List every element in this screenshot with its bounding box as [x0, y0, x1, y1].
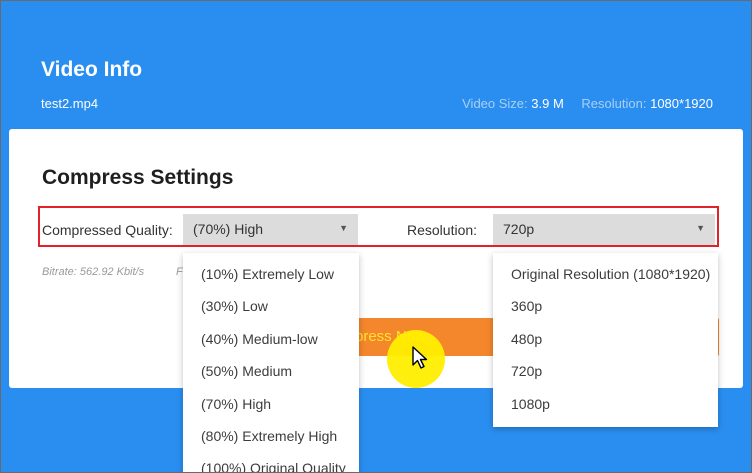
quality-select-value: (70%) High	[193, 221, 264, 237]
video-size-value: 3.9 M	[531, 96, 564, 111]
resolution-select[interactable]: 720p ▼	[493, 214, 715, 245]
quality-option[interactable]: (70%) High	[201, 396, 271, 412]
file-name: test2.mp4	[41, 96, 99, 111]
quality-option[interactable]: (30%) Low	[201, 298, 268, 314]
resolution-option[interactable]: 480p	[511, 331, 542, 347]
video-meta: Video Size: 3.9 M Resolution: 1080*1920	[462, 96, 713, 111]
resolution-dropdown-menu: Original Resolution (1080*1920) 360p 480…	[493, 253, 718, 427]
quality-option[interactable]: (80%) Extremely High	[201, 428, 337, 444]
quality-label: Compressed Quality:	[42, 222, 173, 238]
video-resolution-label: Resolution:	[581, 96, 647, 111]
resolution-option[interactable]: 720p	[511, 363, 542, 379]
chevron-down-icon: ▼	[339, 223, 348, 233]
video-size-label: Video Size:	[462, 96, 528, 111]
app-window: Video Info test2.mp4 Video Size: 3.9 M R…	[0, 0, 752, 473]
arrow-cursor-icon	[412, 346, 428, 369]
framerate-text-partial: F	[176, 266, 183, 278]
section-title: Compress Settings	[42, 166, 234, 189]
resolution-option[interactable]: 360p	[511, 298, 542, 314]
bitrate-text: Bitrate: 562.92 Kbit/s	[42, 266, 145, 278]
quality-option[interactable]: (50%) Medium	[201, 363, 292, 379]
resolution-option[interactable]: 1080p	[511, 396, 550, 412]
quality-option[interactable]: (40%) Medium-low	[201, 331, 318, 347]
resolution-label: Resolution:	[407, 222, 478, 238]
quality-dropdown-menu: (10%) Extremely Low (30%) Low (40%) Medi…	[183, 253, 359, 472]
resolution-option[interactable]: Original Resolution (1080*1920)	[511, 266, 710, 282]
page-title: Video Info	[41, 58, 143, 81]
quality-option[interactable]: (10%) Extremely Low	[201, 266, 334, 282]
settings-row: Compressed Quality: (70%) High ▼ Resolut…	[38, 206, 719, 247]
chevron-down-icon: ▼	[696, 223, 705, 233]
resolution-select-value: 720p	[503, 221, 535, 237]
video-resolution-value: 1080*1920	[650, 96, 713, 111]
quality-select[interactable]: (70%) High ▼	[183, 214, 358, 245]
quality-option[interactable]: (100%) Original Quality	[201, 460, 346, 472]
